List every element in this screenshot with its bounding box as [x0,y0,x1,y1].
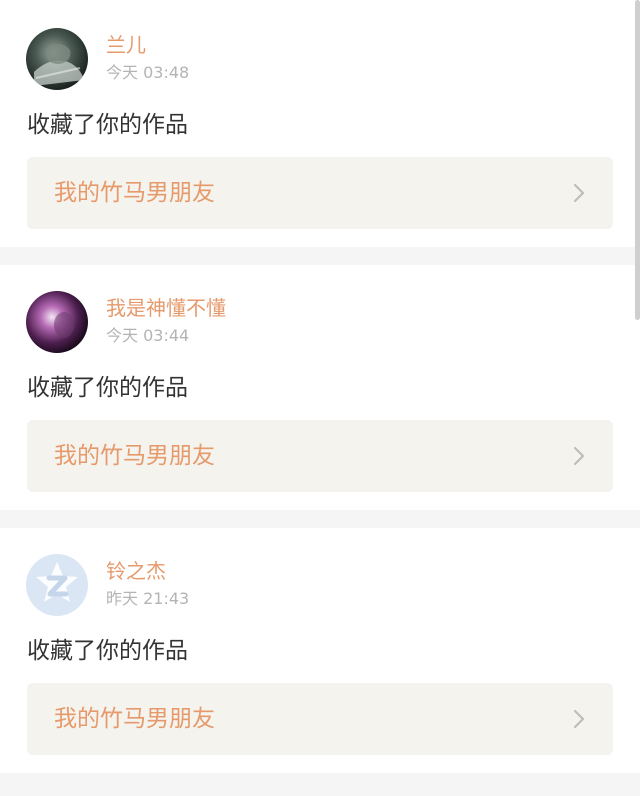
action-text: 收藏了你的作品 [27,375,188,401]
timestamp: 昨天 21:43 [106,589,190,608]
work-link[interactable]: 我的竹马男朋友 [27,683,613,755]
chevron-right-icon [573,446,585,466]
timestamp: 今天 03:44 [106,326,190,345]
chevron-right-icon [573,709,585,729]
purple-glow-avatar-icon [26,291,88,353]
chevron-right-icon [573,183,585,203]
scrollbar[interactable] [635,0,640,320]
username[interactable]: 铃之杰 [106,558,166,584]
user-avatar[interactable] [26,28,88,90]
action-text: 收藏了你的作品 [27,112,188,138]
username[interactable]: 兰儿 [106,32,146,58]
dark-photo-avatar-icon [26,28,88,90]
user-avatar[interactable] [26,291,88,353]
notification-card: 兰儿 今天 03:48 收藏了你的作品 我的竹马男朋友 [0,0,640,247]
timestamp: 今天 03:48 [106,63,190,82]
notification-page: 兰儿 今天 03:48 收藏了你的作品 我的竹马男朋友 我是神懂不懂 今天 03… [0,0,640,796]
notification-card: 铃之杰 昨天 21:43 收藏了你的作品 我的竹马男朋友 [0,528,640,773]
user-avatar[interactable] [26,554,88,616]
username[interactable]: 我是神懂不懂 [106,295,226,321]
work-link[interactable]: 我的竹马男朋友 [27,157,613,229]
work-title: 我的竹马男朋友 [54,443,215,469]
notification-card: 我是神懂不懂 今天 03:44 收藏了你的作品 我的竹马男朋友 [0,265,640,510]
work-title: 我的竹马男朋友 [54,180,215,206]
work-title: 我的竹马男朋友 [54,706,215,732]
action-text: 收藏了你的作品 [27,638,188,664]
qq-default-avatar-icon [26,554,88,616]
work-link[interactable]: 我的竹马男朋友 [27,420,613,492]
